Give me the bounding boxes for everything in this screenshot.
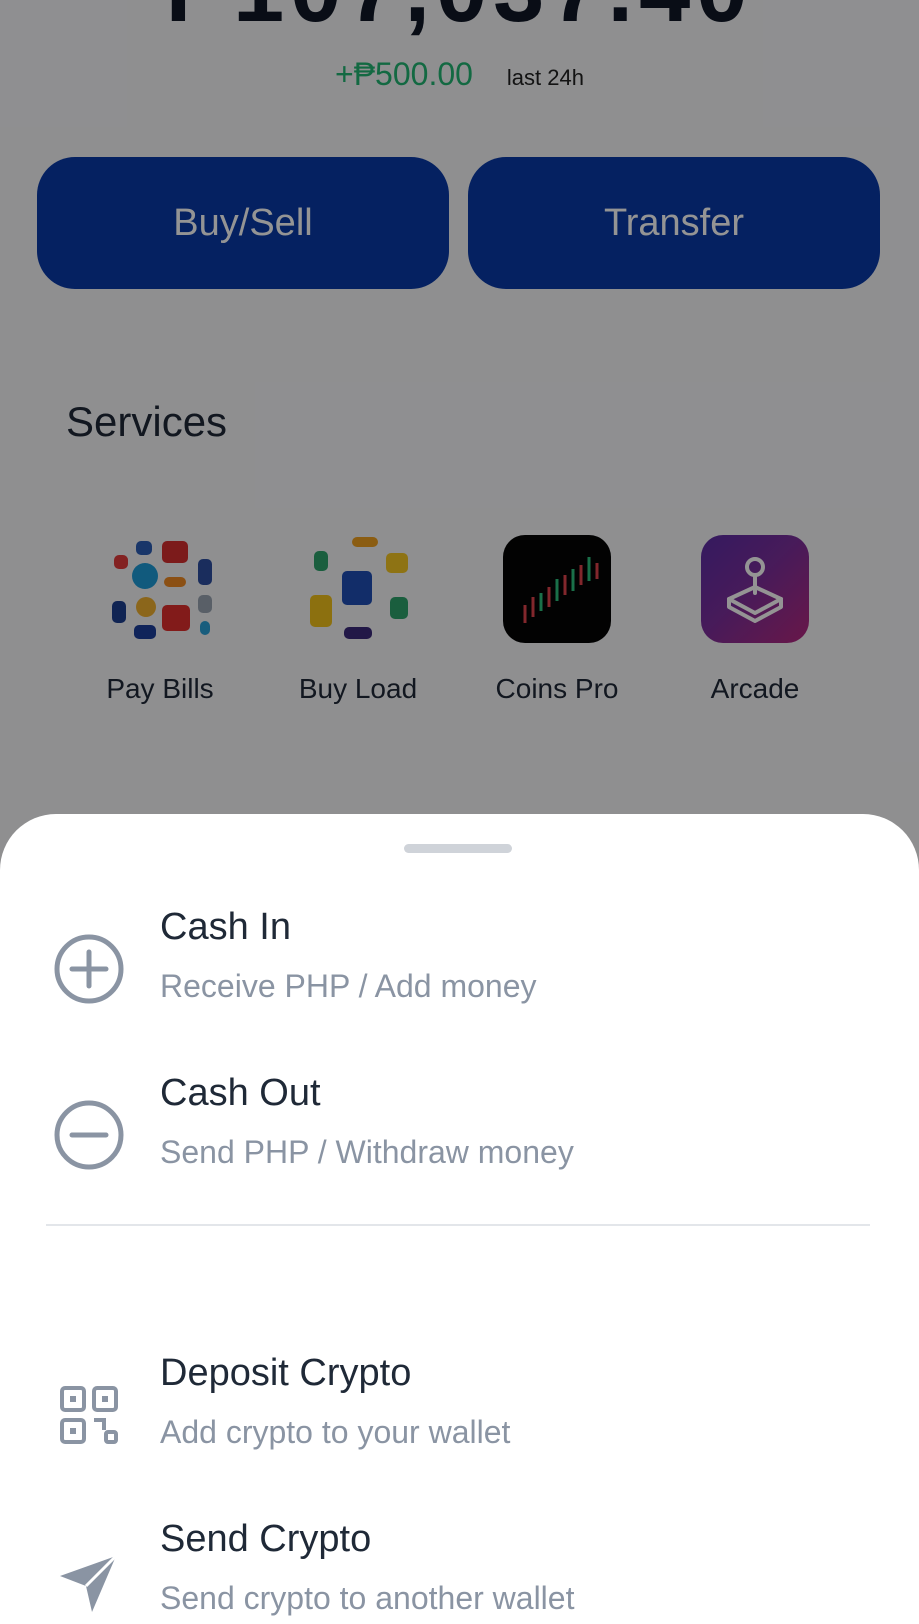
menu-item-title: Cash Out: [160, 1072, 321, 1114]
menu-item-deposit-crypto[interactable]: Deposit Crypto Add crypto to your wallet: [0, 1352, 919, 1492]
menu-item-cash-in[interactable]: Cash In Receive PHP / Add money: [0, 906, 919, 1046]
menu-divider: [46, 1224, 870, 1226]
menu-item-cash-out[interactable]: Cash Out Send PHP / Withdraw money: [0, 1072, 919, 1212]
menu-item-subtitle: Send PHP / Withdraw money: [160, 1134, 574, 1170]
action-bottom-sheet: Cash In Receive PHP / Add money Cash Out…: [0, 814, 919, 1624]
menu-item-subtitle: Add crypto to your wallet: [160, 1414, 511, 1450]
paper-plane-icon: [60, 1554, 118, 1612]
menu-item-send-crypto[interactable]: Send Crypto Send crypto to another walle…: [0, 1518, 919, 1624]
sheet-drag-handle[interactable]: [404, 844, 512, 853]
plus-circle-icon: [54, 934, 124, 1004]
qr-code-icon: [60, 1386, 118, 1444]
menu-item-title: Send Crypto: [160, 1518, 372, 1560]
menu-item-subtitle: Receive PHP / Add money: [160, 968, 537, 1004]
menu-item-title: Deposit Crypto: [160, 1352, 412, 1394]
minus-circle-icon: [54, 1100, 124, 1170]
menu-item-title: Cash In: [160, 906, 291, 948]
home-screen: ₱107,037.40 +₱500.00 last 24h Buy/Sell T…: [0, 0, 919, 1624]
menu-item-subtitle: Send crypto to another wallet: [160, 1580, 575, 1616]
